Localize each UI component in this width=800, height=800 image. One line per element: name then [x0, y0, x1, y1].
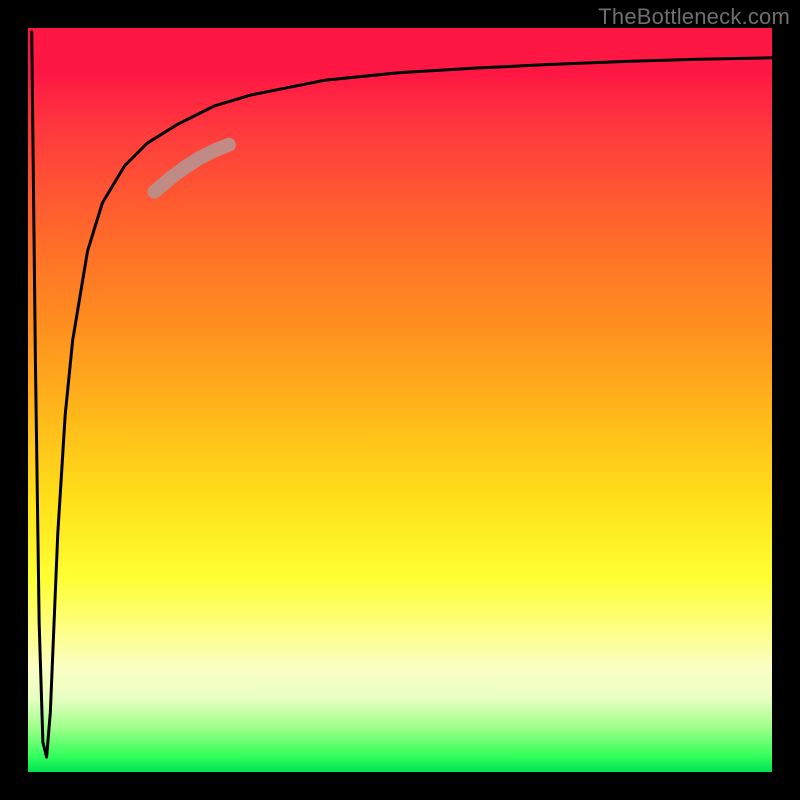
attribution-label: TheBottleneck.com — [598, 4, 790, 30]
chart-frame: TheBottleneck.com — [0, 0, 800, 800]
plot-area — [28, 28, 772, 772]
